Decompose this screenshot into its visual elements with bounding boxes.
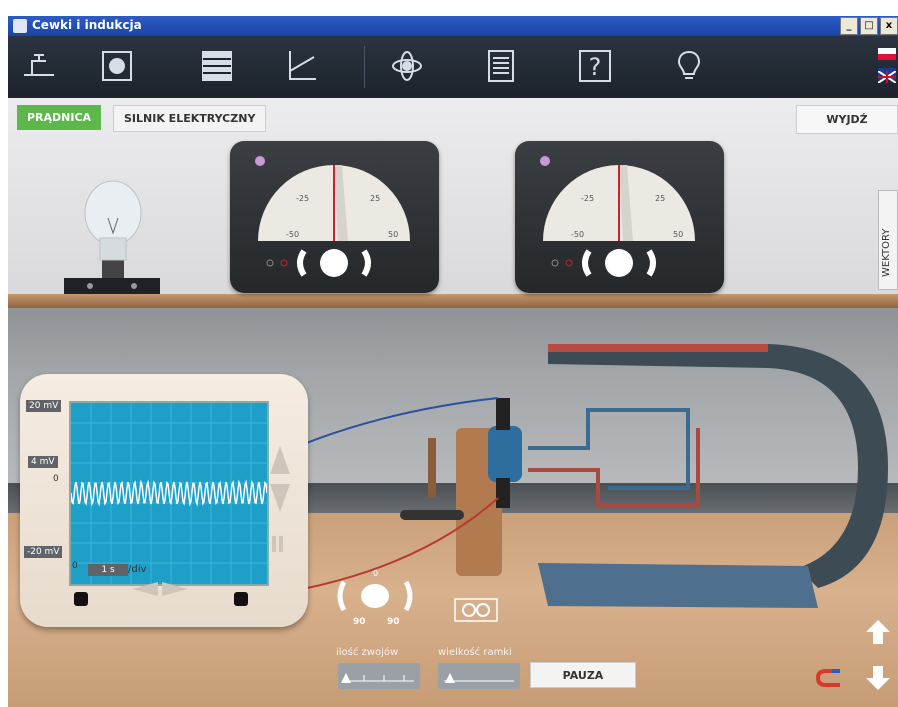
tab-generator[interactable]: PRĄDNICA (17, 105, 102, 130)
osc-zero-left: 0 (53, 474, 59, 484)
oscilloscope: 20 mV 4 mV -20 mV 0 0 1 s /div (20, 374, 308, 627)
vectors-tab[interactable]: WEKTORY (878, 190, 898, 290)
arrow-up-icon[interactable] (864, 618, 892, 646)
osc-scale-arrows[interactable] (268, 444, 292, 514)
title-bar: Cewki i indukcja _ □ x (8, 16, 898, 36)
galvanometer-right: -50 -25 25 50 (515, 141, 724, 293)
rings-icon[interactable] (454, 598, 498, 622)
oscilloscope-signal (70, 479, 268, 507)
crank-right-label: 90 (387, 617, 400, 626)
meter-dial-left: -50 -25 25 50 (255, 156, 410, 277)
document-icon[interactable] (480, 45, 522, 87)
osc-input-jack-left (74, 592, 88, 606)
turns-label: ilość zwojów (336, 647, 399, 658)
osc-div-label: /div (128, 564, 147, 575)
minimize-button[interactable]: _ (840, 17, 858, 35)
simulation-area: PRĄDNICA SILNIK ELEKTRYCZNY WYJDŹ WEKTOR… (8, 98, 898, 707)
turns-slider-track (341, 673, 414, 683)
frame-size-label: wielkość ramki (438, 647, 512, 658)
crank-left-label: 90 (353, 617, 366, 626)
osc-time-div-value[interactable]: 1 s (88, 564, 128, 576)
app-icon (13, 19, 27, 33)
pause-button[interactable]: PAUZA (530, 662, 636, 688)
meter-left-label-neg50: -50 (286, 230, 299, 239)
magnet-flip-icon[interactable] (816, 668, 844, 688)
osc-range-mid: 4 mV (28, 456, 58, 468)
meter-left-label-25: 25 (370, 194, 380, 203)
exit-button[interactable]: WYJDŹ (796, 105, 898, 134)
meter-left-label-neg25: -25 (296, 194, 309, 203)
window-title: Cewki i indukcja (32, 18, 142, 32)
shelf (8, 294, 898, 308)
uk-flag-icon[interactable] (877, 68, 897, 84)
crank-angle-dial[interactable]: 0 90 90 (330, 566, 420, 626)
osc-range-bottom: -20 mV (24, 546, 63, 558)
maximize-button[interactable]: □ (860, 17, 878, 35)
oscilloscope-screen (69, 401, 269, 586)
meter-right-label-neg25: -25 (581, 194, 594, 203)
close-button[interactable]: x (880, 17, 898, 35)
turns-slider[interactable] (338, 663, 420, 689)
crank-top-label: 0 (373, 569, 378, 578)
toolbar: ? (8, 36, 898, 98)
arrow-down-icon[interactable] (864, 664, 892, 692)
meter-right-label-50: 50 (673, 230, 683, 239)
circuit-icon[interactable] (18, 45, 60, 87)
osc-time-arrows[interactable] (130, 580, 190, 598)
osc-input-jack-right (234, 592, 248, 606)
vectors-tab-label: WEKTORY (881, 228, 892, 277)
graph-icon[interactable] (280, 45, 322, 87)
atom-icon[interactable] (386, 45, 428, 87)
oscilloscope-grid (70, 403, 268, 584)
tab-electric-motor[interactable]: SILNIK ELEKTRYCZNY (113, 105, 267, 132)
help-icon[interactable]: ? (574, 45, 616, 87)
osc-pause-icon[interactable] (270, 534, 286, 554)
help-label: ? (589, 53, 602, 81)
toolbar-separator (364, 46, 365, 88)
meter-right-label-neg50: -50 (571, 230, 584, 239)
window-controls: _ □ x (840, 17, 898, 35)
galvanometer-left: -50 -25 25 50 (230, 141, 439, 293)
frame-size-slider[interactable] (438, 663, 520, 689)
osc-zero-bottom: 0 (72, 561, 78, 571)
meter-dial-right: -50 -25 25 50 (540, 156, 695, 277)
light-bulb (64, 180, 160, 294)
table-icon[interactable] (196, 45, 238, 87)
frame-size-slider-track (444, 673, 514, 683)
bulb-icon[interactable] (668, 45, 710, 87)
meter-left-label-50: 50 (388, 230, 398, 239)
frame-size-slider-thumb[interactable] (445, 673, 455, 683)
app-window: Cewki i indukcja _ □ x ? PRĄDNICA SILNIK… (0, 0, 898, 707)
polish-flag-icon[interactable] (878, 48, 896, 60)
gear-icon[interactable] (96, 45, 138, 87)
meter-right-label-25: 25 (655, 194, 665, 203)
osc-range-top: 20 mV (26, 400, 62, 412)
turns-slider-thumb[interactable] (341, 673, 351, 683)
